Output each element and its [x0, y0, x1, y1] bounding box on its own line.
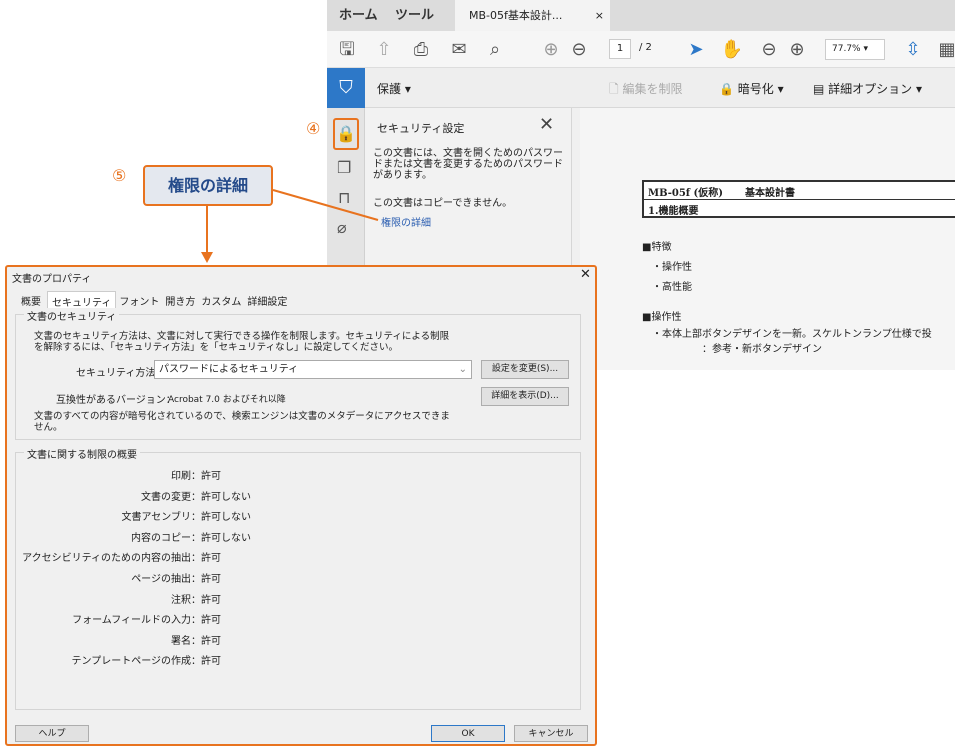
restriction-value: 許可しない [201, 512, 251, 524]
dialog-title: 文書のプロパティ [12, 274, 92, 285]
restriction-label: 文書の変更： [141, 491, 201, 503]
security-group: 文書のセキュリティ 文書のセキュリティ方法は、文書に対して実行できる操作を制限し… [15, 308, 581, 440]
help-button[interactable]: ヘルプ [15, 725, 89, 742]
restriction-label: フォームフィールドの入力： [72, 615, 201, 627]
restriction-value: 許可 [201, 553, 221, 565]
security-method-select[interactable]: パスワードによるセキュリティ ⌄ [154, 360, 472, 379]
restriction-value: 許可 [201, 656, 221, 668]
restriction-value: 許可 [201, 594, 221, 606]
arrow-head-icon [201, 252, 213, 263]
restriction-value: 許可 [201, 471, 221, 482]
restriction-value: 許可しない [201, 491, 251, 503]
tab-initial-view[interactable]: 開き方 [162, 291, 198, 311]
restriction-label: 印刷： [171, 471, 201, 482]
encrypt-note: 文書のすべての内容が暗号化されているので、検索エンジンは文書のメタデータにアクセ… [34, 411, 450, 433]
security-group-title: 文書のセキュリティ [24, 308, 120, 323]
ok-button[interactable]: OK [431, 725, 505, 742]
chevron-down-icon: ⌄ [458, 364, 467, 375]
restriction-label: 文書アセンブリ： [121, 512, 202, 524]
method-value: パスワードによるセキュリティ [159, 364, 299, 375]
restriction-label: ページの抽出： [131, 574, 201, 585]
show-details-button[interactable]: 詳細を表示(D)... [481, 387, 569, 406]
restriction-label: 署名： [171, 635, 201, 647]
restriction-label: アクセシビリティのための内容の抽出： [22, 553, 201, 565]
tab-custom[interactable]: カスタム [198, 291, 244, 311]
restriction-value: 許可 [201, 574, 221, 585]
restriction-label: 内容のコピー： [131, 532, 201, 544]
document-properties-dialog: 文書のプロパティ ✕ 概要 セキュリティ フォント 開き方 カスタム 詳細設定 … [5, 265, 597, 746]
restriction-label: テンプレートページの作成： [71, 656, 202, 668]
security-description: 文書のセキュリティ方法は、文書に対して実行できる操作を制限します。セキュリティに… [34, 331, 450, 353]
compat-value: Acrobat 7.0 およびそれ以降 [168, 395, 286, 405]
restrictions-group-title: 文書に関する制限の概要 [24, 446, 140, 461]
dialog-close-icon[interactable]: ✕ [580, 267, 591, 282]
change-settings-button[interactable]: 設定を変更(S)... [481, 360, 569, 379]
tab-fonts[interactable]: フォント [116, 291, 162, 311]
restriction-value: 許可 [201, 615, 221, 627]
cancel-button[interactable]: キャンセル [514, 725, 588, 742]
restriction-value: 許可 [201, 635, 221, 647]
tab-advanced[interactable]: 詳細設定 [244, 291, 290, 311]
restriction-value: 許可しない [201, 532, 251, 544]
compat-label: 互換性があるバージョン： [56, 395, 176, 406]
restriction-label: 注釈： [171, 594, 201, 606]
restrictions-group: 文書に関する制限の概要 印刷： 許可 文書の変更： 許可しない 文書アセンブリ： 許可しな… [15, 446, 581, 710]
